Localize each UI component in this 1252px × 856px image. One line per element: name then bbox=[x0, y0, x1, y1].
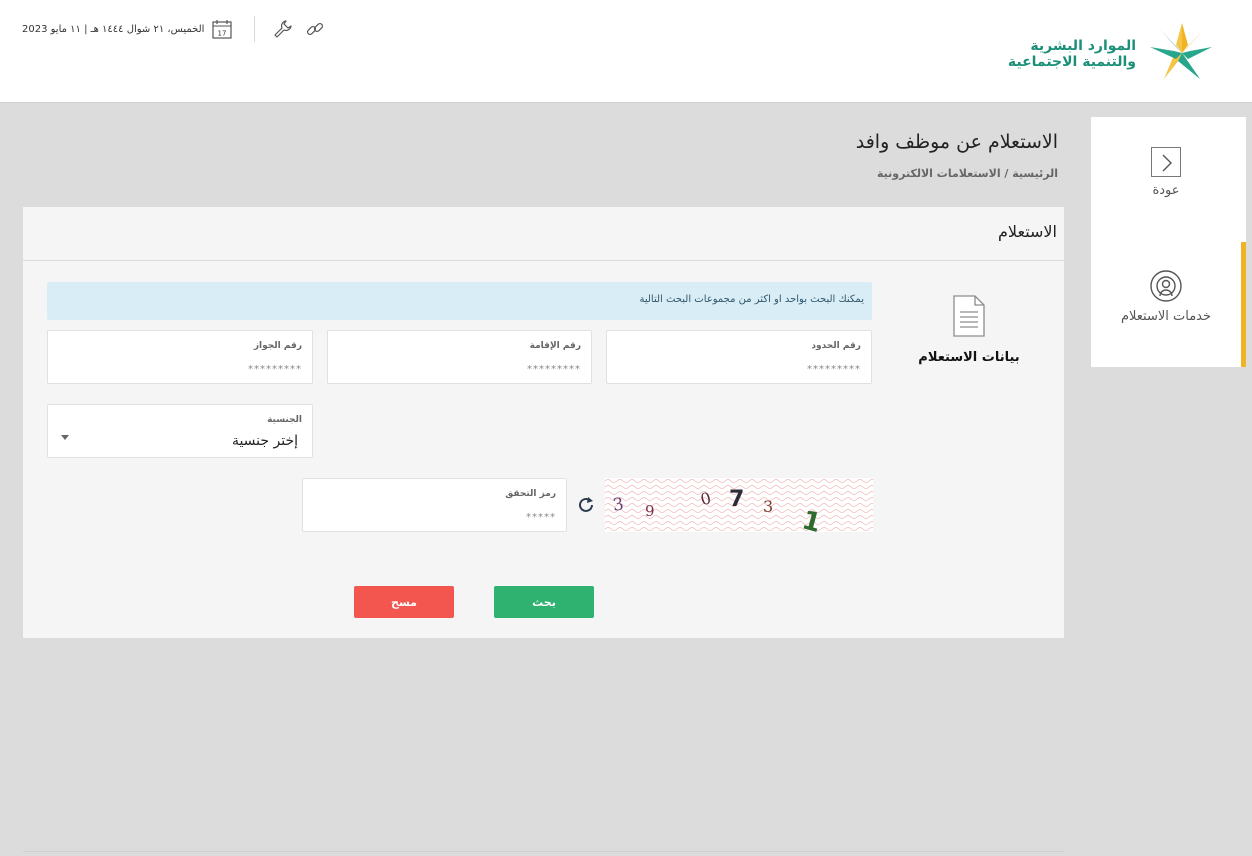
iqama-number-label: رقم الإقامة bbox=[529, 341, 581, 351]
calendar-icon: 17 bbox=[212, 20, 233, 39]
captcha-input[interactable] bbox=[309, 512, 556, 523]
nationality-label: الجنسية bbox=[267, 415, 302, 425]
captcha-image: 3 9 0 7 3 1 bbox=[605, 478, 873, 532]
passport-number-label: رقم الجواز bbox=[253, 341, 302, 351]
back-label: عودة bbox=[1152, 183, 1180, 198]
sidebar-card: عودة خدمات الاستعلام bbox=[1091, 117, 1246, 367]
panel-title: الاستعلام bbox=[998, 222, 1057, 241]
chevron-right-icon bbox=[1151, 147, 1181, 177]
breadcrumb[interactable]: الرئيسية / الاستعلامات الالكترونية bbox=[877, 167, 1058, 180]
link-icon[interactable] bbox=[305, 19, 325, 39]
panel-header: الاستعلام bbox=[23, 207, 1064, 261]
ministry-emblem-icon bbox=[1150, 23, 1212, 79]
captcha-field[interactable]: رمز التحقق bbox=[302, 478, 567, 532]
logo-text: الموارد البشرية والتنمية الاجتماعية bbox=[1008, 38, 1136, 70]
iqama-number-field[interactable]: رقم الإقامة bbox=[327, 330, 592, 384]
logo-line-2: والتنمية الاجتماعية bbox=[1007, 54, 1136, 70]
captcha-char: 3 bbox=[763, 497, 773, 516]
footer-divider bbox=[23, 851, 1064, 852]
search-button[interactable]: بحث bbox=[494, 586, 594, 618]
iqama-number-input[interactable] bbox=[334, 364, 581, 375]
border-number-field[interactable]: رقم الحدود bbox=[606, 330, 872, 384]
top-bar-tools: الخميس، ٢١ شوال ١٤٤٤ هـ | ١١ مايو 2023 1… bbox=[22, 14, 337, 44]
document-icon bbox=[953, 295, 985, 337]
border-number-label: رقم الحدود bbox=[811, 341, 861, 351]
captcha-label: رمز التحقق bbox=[505, 489, 556, 499]
clear-button[interactable]: مسح bbox=[354, 586, 454, 618]
data-section-label: بيانات الاستعلام bbox=[918, 350, 1020, 365]
svg-text:17: 17 bbox=[218, 30, 227, 38]
back-button[interactable]: عودة bbox=[1091, 147, 1241, 198]
active-indicator bbox=[1241, 242, 1246, 367]
info-text: يمكنك البحث بواحد او اكثر من مجموعات الب… bbox=[639, 294, 864, 305]
ministry-logo[interactable]: الموارد البشرية والتنمية الاجتماعية bbox=[1008, 20, 1222, 86]
captcha-char: 9 bbox=[645, 502, 655, 520]
sidebar-item-inquiry-services[interactable]: خدمات الاستعلام bbox=[1091, 269, 1241, 324]
nationality-value: إختر جنسية bbox=[231, 433, 298, 449]
services-label: خدمات الاستعلام bbox=[1120, 309, 1212, 324]
wrench-icon[interactable] bbox=[273, 19, 293, 39]
logo-line-1: الموارد البشرية bbox=[1030, 38, 1136, 54]
refresh-icon[interactable] bbox=[577, 496, 595, 514]
captcha-char: 7 bbox=[729, 487, 744, 512]
passport-number-input[interactable] bbox=[54, 364, 302, 375]
page-title: الاستعلام عن موظف وافد bbox=[855, 131, 1058, 153]
top-header: الموارد البشرية والتنمية الاجتماعية الخم… bbox=[0, 0, 1252, 103]
border-number-input[interactable] bbox=[613, 364, 861, 375]
passport-number-field[interactable]: رقم الجواز bbox=[47, 330, 313, 384]
broadcast-icon bbox=[1150, 270, 1182, 302]
header-divider bbox=[254, 16, 256, 42]
inquiry-data-section: بيانات الاستعلام bbox=[899, 295, 1039, 385]
inquiry-panel: الاستعلام بيانات الاستعلام يمكنك البحث ب… bbox=[23, 207, 1064, 638]
date-text: الخميس، ٢١ شوال ١٤٤٤ هـ | ١١ مايو 2023 bbox=[22, 23, 205, 35]
caret-down-icon bbox=[61, 435, 69, 440]
info-alert: يمكنك البحث بواحد او اكثر من مجموعات الب… bbox=[47, 282, 872, 320]
nationality-select[interactable]: الجنسية إختر جنسية bbox=[47, 404, 313, 458]
